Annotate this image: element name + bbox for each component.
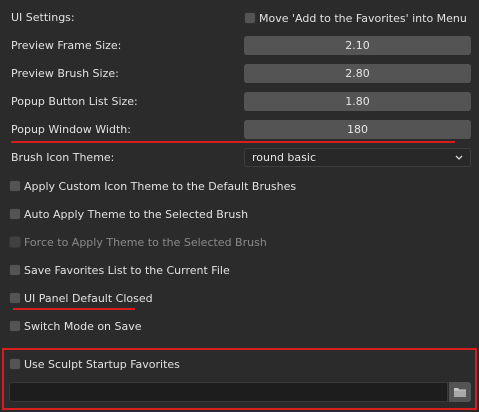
preview-frame-size-label: Preview Frame Size: xyxy=(11,39,122,52)
checkbox-label: UI Panel Default Closed xyxy=(24,291,153,305)
ui-settings-label: UI Settings: xyxy=(11,11,75,24)
checkbox-label: Force to Apply Theme to the Selected Bru… xyxy=(24,235,267,249)
brush-icon-theme-label: Brush Icon Theme: xyxy=(11,151,115,164)
ui-panel-default-closed-checkbox[interactable]: UI Panel Default Closed xyxy=(9,290,153,306)
save-favorites-list-checkbox[interactable]: Save Favorites List to the Current File xyxy=(9,262,230,278)
checkbox-label: Save Favorites List to the Current File xyxy=(24,263,230,277)
preview-brush-size-label: Preview Brush Size: xyxy=(11,67,119,80)
auto-apply-theme-checkbox[interactable]: Auto Apply Theme to the Selected Brush xyxy=(9,206,248,222)
popup-button-list-size-field[interactable]: 1.80 xyxy=(244,92,471,111)
checkbox-label: Use Sculpt Startup Favorites xyxy=(24,357,180,371)
preview-frame-size-field[interactable]: 2.10 xyxy=(244,36,471,55)
checkbox-box xyxy=(9,236,21,248)
brush-icon-theme-value: round basic xyxy=(252,151,316,164)
checkbox-box[interactable] xyxy=(9,358,21,370)
checkbox-box[interactable] xyxy=(9,320,21,332)
checkbox-box[interactable] xyxy=(9,208,21,220)
popup-window-width-field[interactable]: 180 xyxy=(244,120,471,139)
startup-favorites-path-input[interactable] xyxy=(9,382,448,402)
highlight-underline xyxy=(11,141,455,143)
move-favorites-into-menu-checkbox[interactable]: Move 'Add to the Favorites' into Menu xyxy=(244,10,467,26)
use-sculpt-startup-favorites-checkbox[interactable]: Use Sculpt Startup Favorites xyxy=(9,356,180,372)
checkbox-label: Switch Mode on Save xyxy=(24,319,142,333)
file-browser-button[interactable] xyxy=(449,382,471,402)
checkbox-box[interactable] xyxy=(9,292,21,304)
checkbox-label: Move 'Add to the Favorites' into Menu xyxy=(259,11,467,25)
highlight-underline xyxy=(13,308,135,310)
checkbox-box[interactable] xyxy=(9,180,21,192)
force-apply-theme-checkbox: Force to Apply Theme to the Selected Bru… xyxy=(9,234,267,250)
checkbox-label: Apply Custom Icon Theme to the Default B… xyxy=(24,179,297,193)
preview-brush-size-field[interactable]: 2.80 xyxy=(244,64,471,83)
switch-mode-on-save-checkbox[interactable]: Switch Mode on Save xyxy=(9,318,142,334)
folder-icon xyxy=(454,388,466,397)
checkbox-box[interactable] xyxy=(244,12,256,24)
checkbox-label: Auto Apply Theme to the Selected Brush xyxy=(24,207,249,221)
popup-window-width-label: Popup Window Width: xyxy=(11,123,131,136)
chevron-down-icon xyxy=(455,155,463,160)
checkbox-box[interactable] xyxy=(9,264,21,276)
popup-button-list-size-label: Popup Button List Size: xyxy=(11,95,138,108)
brush-icon-theme-dropdown[interactable]: round basic xyxy=(244,148,471,167)
apply-custom-icon-theme-checkbox[interactable]: Apply Custom Icon Theme to the Default B… xyxy=(9,178,296,194)
